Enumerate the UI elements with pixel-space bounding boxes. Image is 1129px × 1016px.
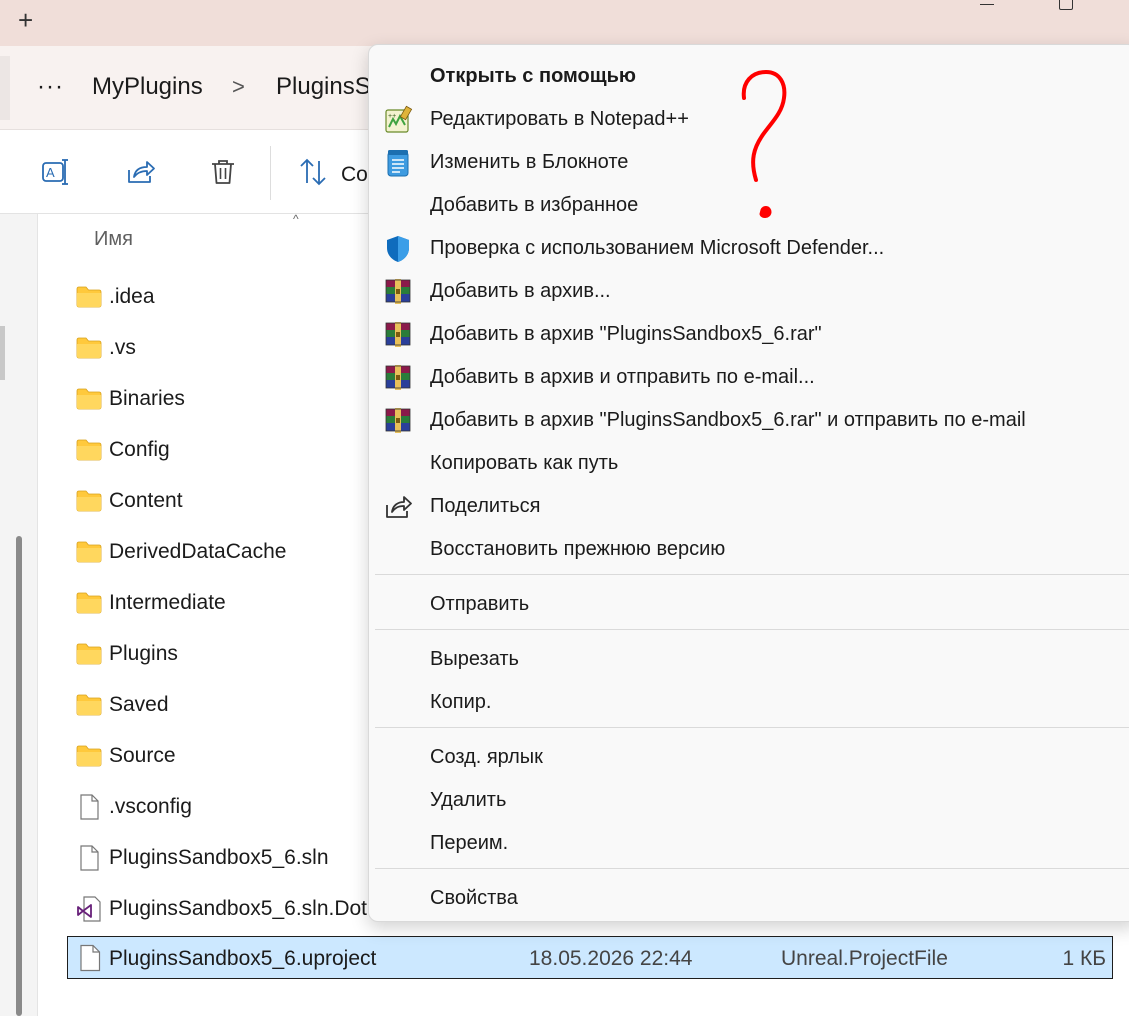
file-date: 18.05.2026 22:44: [529, 947, 693, 970]
share-icon: [386, 496, 412, 518]
breadcrumb-item-current[interactable]: PluginsS: [276, 72, 371, 102]
menu-divider: [375, 574, 1129, 575]
folder-icon: [76, 337, 102, 359]
menu-divider: [375, 868, 1129, 869]
question-mark-annotation: [741, 70, 787, 218]
menu-item-rename[interactable]: Переим.: [369, 822, 1129, 864]
list-item[interactable]: Intermediate: [72, 577, 372, 628]
folder-icon: [76, 745, 102, 767]
menu-item-cut[interactable]: Вырезать: [369, 638, 1129, 680]
sort-button-label[interactable]: Co: [341, 163, 368, 187]
menu-item-create-shortcut[interactable]: Созд. ярлык: [369, 736, 1129, 778]
menu-item-add-archive[interactable]: Добавить в архив...: [369, 270, 1129, 312]
delete-icon[interactable]: [207, 156, 239, 188]
list-item[interactable]: Content: [72, 475, 372, 526]
breadcrumb-separator-icon[interactable]: >: [232, 72, 245, 102]
menu-item-properties[interactable]: Свойства: [369, 877, 1129, 919]
nav-button-partial[interactable]: [0, 56, 10, 120]
menu-item-restore-version[interactable]: Восстановить прежнюю версию: [369, 528, 1129, 570]
menu-divider: [375, 727, 1129, 728]
menu-divider: [375, 629, 1129, 630]
list-item[interactable]: Source: [72, 730, 372, 781]
file-icon: [80, 944, 101, 972]
folder-icon: [76, 694, 102, 716]
column-header-name[interactable]: Имя: [94, 228, 133, 251]
nav-selection-marker: [0, 326, 5, 380]
sort-icon[interactable]: [297, 156, 329, 188]
menu-item-share[interactable]: Поделиться: [369, 485, 1129, 527]
menu-item-archive-email[interactable]: Добавить в архив и отправить по e-mail..…: [369, 356, 1129, 398]
winrar-icon: [385, 279, 411, 304]
folder-icon: [76, 592, 102, 614]
share-icon[interactable]: [124, 156, 156, 188]
new-tab-button[interactable]: +: [18, 6, 33, 34]
list-item[interactable]: Binaries: [72, 373, 372, 424]
defender-shield-icon: [387, 236, 409, 262]
menu-item-defender-scan[interactable]: Проверка с использованием Microsoft Defe…: [369, 227, 1129, 269]
list-item[interactable]: .vsconfig: [72, 781, 372, 832]
file-name: PluginsSandbox5_6.uproject: [109, 947, 377, 970]
list-item[interactable]: Saved: [72, 679, 372, 730]
list-item[interactable]: .vs: [72, 322, 372, 373]
winrar-icon: [385, 365, 411, 390]
folder-icon: [76, 541, 102, 563]
folder-icon: [76, 490, 102, 512]
visual-studio-file-icon: [77, 896, 101, 922]
file-icon: [80, 794, 99, 820]
breadcrumb-more-button[interactable]: ···: [37, 72, 64, 102]
file-size: 1 КБ: [1062, 947, 1106, 970]
menu-item-add-archive-rar[interactable]: Добавить в архив "PluginsSandbox5_6.rar": [369, 313, 1129, 355]
breadcrumb-item-myplugins[interactable]: MyPlugins: [92, 72, 203, 102]
list-item[interactable]: PluginsSandbox5_6.sln.DotS: [72, 883, 381, 934]
maximize-button[interactable]: [1059, 0, 1073, 10]
notepad-icon: [387, 150, 409, 177]
sort-caret-icon: ^: [293, 212, 299, 226]
file-type: Unreal.ProjectFile: [781, 947, 948, 970]
rename-icon[interactable]: A: [40, 156, 72, 188]
navigation-pane: [0, 214, 38, 1016]
list-item[interactable]: Config: [72, 424, 372, 475]
menu-item-send-to[interactable]: Отправить: [369, 583, 1129, 625]
winrar-icon: [385, 322, 411, 347]
list-item[interactable]: PluginsSandbox5_6.sln: [72, 832, 372, 883]
menu-item-copy[interactable]: Копир.: [369, 681, 1129, 723]
minimize-button[interactable]: [980, 4, 994, 5]
folder-icon: [76, 439, 102, 461]
folder-icon: [76, 286, 102, 308]
menu-item-copy-path[interactable]: Копировать как путь: [369, 442, 1129, 484]
folder-icon: [76, 643, 102, 665]
menu-item-archive-rar-email[interactable]: Добавить в архив "PluginsSandbox5_6.rar"…: [369, 399, 1129, 441]
menu-item-delete[interactable]: Удалить: [369, 779, 1129, 821]
table-row-selected[interactable]: PluginsSandbox5_6.uproject 18.05.2026 22…: [67, 936, 1113, 979]
winrar-icon: [385, 408, 411, 433]
svg-text:A: A: [46, 165, 55, 180]
folder-icon: [76, 388, 102, 410]
list-item[interactable]: DerivedDataCache: [72, 526, 372, 577]
scrollbar-thumb[interactable]: [16, 536, 22, 1016]
notepad-plus-plus-icon: ++: [385, 105, 413, 133]
title-bar: +: [0, 0, 1129, 46]
list-item[interactable]: .idea: [72, 271, 372, 322]
toolbar-divider: [270, 146, 271, 200]
list-item[interactable]: Plugins: [72, 628, 372, 679]
svg-text:++: ++: [388, 113, 396, 120]
file-icon: [80, 845, 99, 871]
